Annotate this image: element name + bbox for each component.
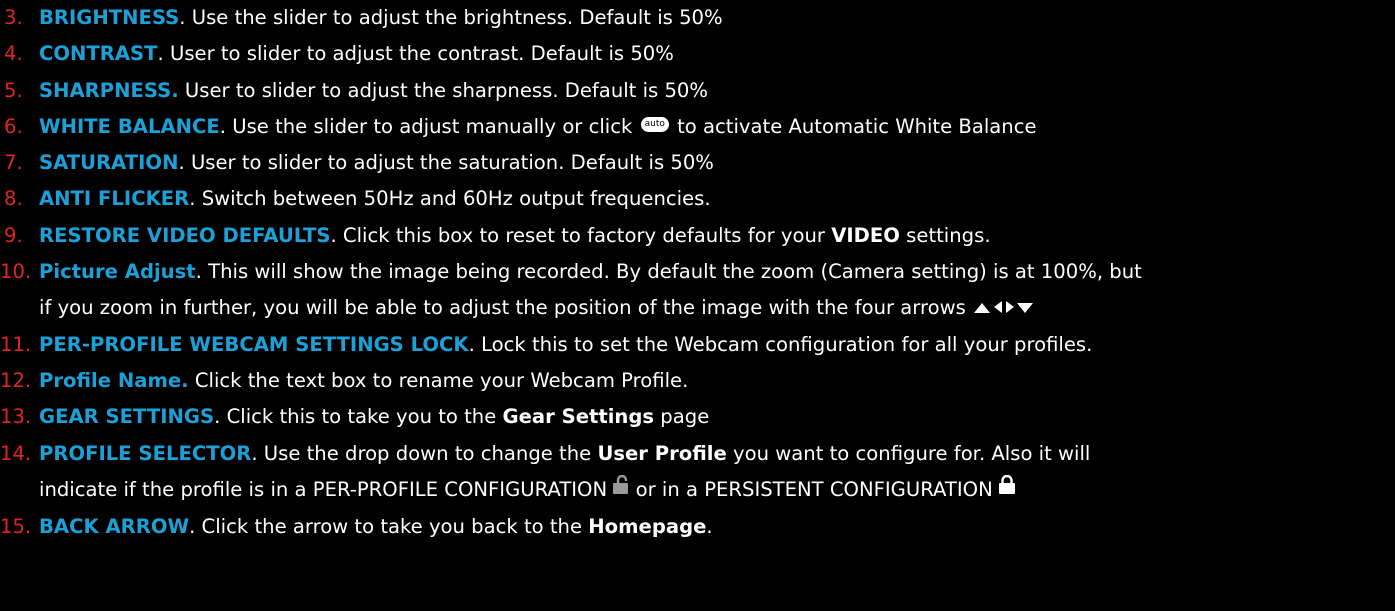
item-description-continued: . bbox=[706, 514, 713, 538]
list-item-gear-settings: 13. GEAR SETTINGS. Click this to take you… bbox=[0, 399, 1395, 435]
locked-padlock-icon bbox=[998, 470, 1015, 506]
term-saturation: SATURATION bbox=[39, 151, 179, 175]
item-description-continued: indicate if the profile is in a PER-PROF… bbox=[39, 477, 614, 501]
list-number: 6. bbox=[4, 114, 23, 138]
term-anti-flicker: ANTI FLICKER bbox=[39, 187, 190, 211]
list-item-profile-name: 12. Profile Name. Click the text box to r… bbox=[0, 363, 1395, 399]
list-number: 13. bbox=[0, 405, 32, 429]
item-description: . User to slider to adjust the contrast.… bbox=[157, 42, 674, 66]
term-webcam-settings-lock: PER-PROFILE WEBCAM SETTINGS LOCK bbox=[39, 332, 469, 356]
unlocked-padlock-icon bbox=[613, 470, 629, 506]
list-item-profile-selector-continued: indicate if the profile is in a PER-PROF… bbox=[0, 472, 1395, 509]
four-direction-arrows-icon bbox=[974, 299, 1034, 315]
list-number: 8. bbox=[4, 187, 23, 211]
bold-gear-settings: Gear Settings bbox=[502, 405, 655, 429]
item-description-continued: if you zoom in further, you will be able… bbox=[39, 296, 973, 320]
list-number: 4. bbox=[4, 42, 23, 66]
settings-instruction-list: 3. BRIGHTNESS. Use the slider to adjust t… bbox=[0, 0, 1395, 545]
item-description: . Use the slider to adjust the brightnes… bbox=[179, 6, 723, 29]
item-description-continued: to activate Automatic White Balance bbox=[670, 114, 1037, 138]
bold-user-profile: User Profile bbox=[597, 441, 727, 465]
term-back-arrow: BACK ARROW bbox=[39, 514, 190, 538]
list-item-contrast: 4. CONTRAST. User to slider to adjust the… bbox=[0, 36, 1395, 72]
list-number: 12. bbox=[0, 368, 32, 392]
list-number: 15. bbox=[0, 514, 32, 538]
item-description-continued: or in a PERSISTENT CONFIGURATION bbox=[629, 477, 999, 501]
list-number: 14. bbox=[0, 441, 32, 465]
term-profile-name: Profile Name. bbox=[39, 368, 189, 392]
item-description: . Click this box to reset to factory def… bbox=[330, 223, 832, 247]
list-item-picture-adjust: 10. Picture Adjust. This will show the im… bbox=[0, 254, 1395, 290]
term-brightness: BRIGHTNESS bbox=[39, 6, 180, 29]
item-description: . User to slider to adjust the saturatio… bbox=[178, 151, 714, 175]
list-item-white-balance: 6. WHITE BALANCE. Use the slider to adjus… bbox=[0, 109, 1395, 145]
auto-button-icon: auto bbox=[640, 116, 669, 132]
item-description: . Lock this to set the Webcam configurat… bbox=[468, 332, 1093, 356]
term-white-balance: WHITE BALANCE bbox=[39, 114, 220, 138]
item-description-continued: settings. bbox=[899, 223, 991, 247]
term-gear-settings: GEAR SETTINGS bbox=[39, 405, 215, 429]
item-description: Click the text box to rename your Webcam… bbox=[188, 368, 689, 392]
list-number: 3. bbox=[4, 6, 23, 29]
term-profile-selector: PROFILE SELECTOR bbox=[39, 441, 252, 465]
list-number: 7. bbox=[4, 151, 23, 175]
list-item-back-arrow: 15. BACK ARROW. Click the arrow to take y… bbox=[0, 509, 1395, 545]
list-number: 5. bbox=[4, 78, 23, 102]
list-item-brightness: 3. BRIGHTNESS. Use the slider to adjust t… bbox=[0, 0, 1395, 36]
term-picture-adjust: Picture Adjust bbox=[39, 260, 196, 284]
bold-homepage: Homepage bbox=[588, 514, 707, 538]
list-number: 10. bbox=[0, 260, 32, 284]
item-description: . Click this to take you to the bbox=[214, 405, 503, 429]
list-item-anti-flicker: 8. ANTI FLICKER. Switch between 50Hz and … bbox=[0, 181, 1395, 217]
item-description: User to slider to adjust the sharpness. … bbox=[178, 78, 709, 102]
list-item-profile-selector: 14. PROFILE SELECTOR. Use the drop down t… bbox=[0, 436, 1395, 472]
list-number: 11. bbox=[0, 332, 32, 356]
list-item-restore-video-defaults: 9. RESTORE VIDEO DEFAULTS. Click this box… bbox=[0, 218, 1395, 254]
list-item-saturation: 7. SATURATION. User to slider to adjust t… bbox=[0, 145, 1395, 181]
list-item-picture-adjust-continued: if you zoom in further, you will be able… bbox=[0, 290, 1395, 326]
list-item-webcam-settings-lock: 11. PER-PROFILE WEBCAM SETTINGS LOCK. Loc… bbox=[0, 327, 1395, 363]
manual-page: 3. BRIGHTNESS. Use the slider to adjust t… bbox=[0, 0, 1395, 611]
list-number: 9. bbox=[4, 223, 23, 247]
item-description: . Click the arrow to take you back to th… bbox=[189, 514, 589, 538]
term-sharpness: SHARPNESS. bbox=[39, 78, 179, 102]
item-description: . This will show the image being recorde… bbox=[195, 260, 1142, 284]
bold-video: VIDEO bbox=[831, 223, 900, 247]
term-contrast: CONTRAST bbox=[39, 42, 158, 66]
item-description: . Use the drop down to change the bbox=[251, 441, 598, 465]
item-description-continued: you want to configure for. Also it will bbox=[726, 441, 1091, 465]
list-item-sharpness: 5. SHARPNESS. User to slider to adjust th… bbox=[0, 73, 1395, 109]
item-description-continued: page bbox=[654, 405, 710, 429]
item-description: . Switch between 50Hz and 60Hz output fr… bbox=[189, 187, 711, 211]
term-restore-video-defaults: RESTORE VIDEO DEFAULTS bbox=[39, 223, 331, 247]
item-description: . Use the slider to adjust manually or c… bbox=[219, 114, 639, 138]
